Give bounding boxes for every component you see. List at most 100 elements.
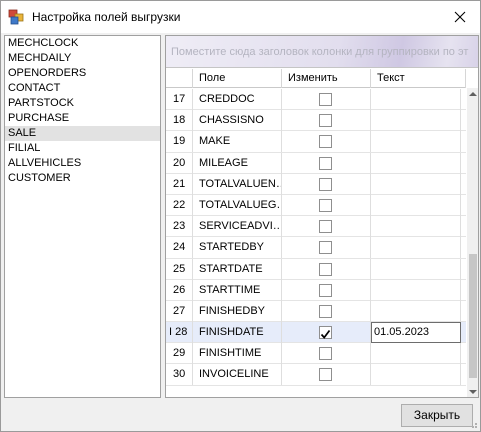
edit-checkbox[interactable] [319,262,332,276]
table-row[interactable]: 30 INVOICELINE [166,364,466,386]
edit-checkbox[interactable] [319,368,332,382]
table-row[interactable]: 26 STARTTIME [166,279,466,301]
edit-checkbox[interactable] [319,326,332,340]
field-name-cell[interactable]: CREDDOC [193,89,282,110]
edit-cell [282,237,371,259]
dialog-window: Настройка полей выгрузки MECHCLOCK MECHDA… [0,0,481,432]
text-cell[interactable] [371,300,461,322]
column-header-field[interactable]: Поле [193,69,282,88]
edit-checkbox[interactable] [319,220,332,234]
edit-checkbox[interactable] [319,241,332,255]
column-header-edit[interactable]: Изменить [282,69,371,88]
field-name-cell[interactable]: CHASSISNO [193,110,282,132]
edit-checkbox[interactable] [319,198,332,212]
text-cell[interactable] [371,194,461,216]
source-list-item[interactable]: ALLVEHICLES [5,156,160,171]
field-name-cell[interactable]: STARTEDBY [193,237,282,259]
text-cell[interactable] [371,279,461,301]
edit-cell [282,322,371,344]
edit-checkbox[interactable] [319,135,332,149]
source-list-item[interactable]: MECHCLOCK [5,36,160,51]
field-name-cell[interactable]: SERVICEADVI… [193,216,282,238]
table-row[interactable]: I 28 FINISHDATE 01.05.2023 [166,322,466,344]
table-row[interactable]: 18 CHASSISNO [166,110,466,132]
row-number: 21 [166,173,193,195]
source-table-list[interactable]: MECHCLOCK MECHDAILY OPENORDERS CONTACT PARTS… [4,35,161,398]
text-cell[interactable] [371,216,461,238]
field-name-cell[interactable]: FINISHTIME [193,343,282,365]
edit-cell [282,258,371,280]
scroll-down-icon[interactable] [469,389,477,395]
vertical-scrollbar[interactable] [467,88,478,397]
checkmark-icon [320,330,331,339]
row-number: 17 [166,89,193,110]
source-list-item[interactable]: FILIAL [5,141,160,156]
table-row[interactable]: 23 SERVICEADVI… [166,216,466,238]
close-dialog-button[interactable]: Закрыть [401,404,473,427]
edit-cell [282,300,371,322]
edit-checkbox[interactable] [319,347,332,361]
edit-checkbox[interactable] [319,114,332,128]
source-list-item[interactable]: CUSTOMER [5,171,160,186]
text-cell-editor[interactable]: 01.05.2023 [371,322,461,344]
edit-checkbox[interactable] [319,93,332,106]
text-cell[interactable] [371,131,461,153]
field-name-cell[interactable]: STARTDATE [193,258,282,280]
table-row[interactable]: 22 TOTALVALUEG… [166,194,466,217]
field-name-cell[interactable]: TOTALVALUEN… [193,173,282,195]
edit-checkbox[interactable] [319,177,332,191]
window-title: Настройка полей выгрузки [32,10,181,24]
text-cell[interactable] [371,237,461,259]
field-name-cell[interactable]: TOTALVALUEG… [193,194,282,216]
table-row[interactable]: 29 FINISHTIME [166,343,466,365]
source-list-item[interactable]: PURCHASE [5,111,160,126]
text-cell[interactable] [371,343,461,365]
edit-cell [282,173,371,195]
column-header-text[interactable]: Текст [371,69,466,88]
source-list-item[interactable]: PARTSTOCK [5,96,160,111]
row-number: 30 [166,364,193,386]
table-row[interactable]: 25 STARTDATE [166,258,466,280]
field-name-cell[interactable]: INVOICELINE [193,364,282,386]
source-list-item[interactable]: SALE [5,126,160,141]
field-name-cell[interactable]: STARTTIME [193,279,282,301]
title-bar: Настройка полей выгрузки [1,1,480,33]
table-row[interactable]: 19 MAKE [166,131,466,153]
edit-cell [282,110,371,132]
group-by-panel[interactable]: Поместите сюда заголовок колонки для гру… [166,36,478,68]
text-cell[interactable] [371,89,461,110]
source-list-item[interactable]: OPENORDERS [5,66,160,81]
edit-checkbox[interactable] [319,283,332,297]
edit-cell [282,131,371,153]
field-name-cell[interactable]: MAKE [193,131,282,153]
table-row[interactable]: 21 TOTALVALUEN… [166,173,466,195]
edit-checkbox[interactable] [319,304,332,318]
resize-grip-icon[interactable] [468,419,478,429]
row-number: 26 [166,279,193,301]
text-cell[interactable] [371,152,461,174]
field-name-cell[interactable]: FINISHDATE [193,322,282,344]
scrollbar-thumb[interactable] [469,254,477,378]
field-name-cell[interactable]: FINISHEDBY [193,300,282,322]
scroll-up-icon[interactable] [469,91,477,97]
row-number: 27 [166,300,193,322]
table-row[interactable]: 24 STARTEDBY [166,237,466,259]
row-number: 22 [166,194,193,216]
text-cell[interactable] [371,110,461,132]
row-number-header [166,69,193,88]
source-list-item[interactable]: CONTACT [5,81,160,96]
row-number: 29 [166,343,193,365]
text-cell[interactable] [371,364,461,386]
edit-checkbox[interactable] [319,156,332,170]
text-cell[interactable] [371,173,461,195]
fields-grid: Поместите сюда заголовок колонки для гру… [165,35,479,398]
source-list-item[interactable]: MECHDAILY [5,51,160,66]
row-number: 18 [166,110,193,132]
field-name-cell[interactable]: MILEAGE [193,152,282,174]
table-row[interactable]: 20 MILEAGE [166,152,466,174]
text-cell[interactable] [371,258,461,280]
table-row[interactable]: 27 FINISHEDBY [166,300,466,323]
window-close-button[interactable] [440,1,480,33]
table-row[interactable]: 17 CREDDOC [166,89,466,111]
row-number: 25 [166,258,193,280]
